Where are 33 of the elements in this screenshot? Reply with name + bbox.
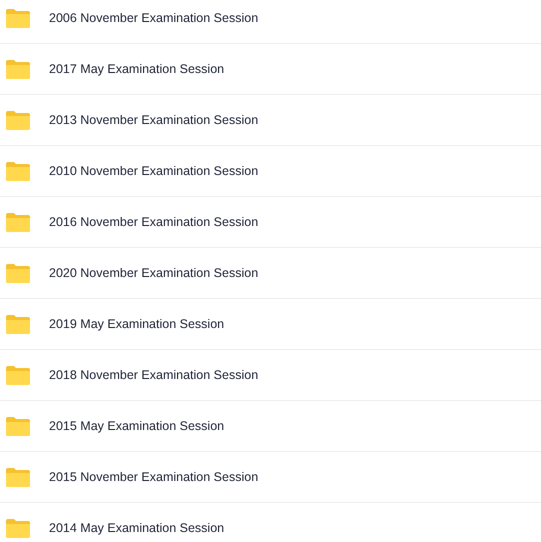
folder-name: 2015 May Examination Session: [49, 419, 224, 433]
folder-name: 2020 November Examination Session: [49, 266, 258, 280]
folder-row[interactable]: 2013 November Examination Session: [0, 95, 541, 146]
folder-row[interactable]: 2020 November Examination Session: [0, 248, 541, 299]
folder-row[interactable]: 2019 May Examination Session: [0, 299, 541, 350]
folder-row[interactable]: 2018 November Examination Session: [0, 350, 541, 401]
folder-name: 2006 November Examination Session: [49, 11, 258, 25]
folder-icon: [5, 160, 31, 182]
folder-name: 2016 November Examination Session: [49, 215, 258, 229]
folder-name: 2010 November Examination Session: [49, 164, 258, 178]
folder-name: 2017 May Examination Session: [49, 62, 224, 76]
folder-icon: [5, 466, 31, 488]
folder-icon: [5, 314, 31, 334]
folder-icon: [5, 110, 31, 130]
folder-name: 2019 May Examination Session: [49, 317, 224, 331]
folder-row[interactable]: 2006 November Examination Session: [0, 0, 541, 44]
folder-icon: [5, 518, 31, 538]
folder-name: 2018 November Examination Session: [49, 368, 258, 382]
folder-icon: [5, 58, 31, 80]
folder-icon: [5, 8, 31, 28]
folder-row[interactable]: 2015 November Examination Session: [0, 452, 541, 503]
folder-name: 2014 May Examination Session: [49, 521, 224, 535]
folder-row[interactable]: 2015 May Examination Session: [0, 401, 541, 452]
folder-icon: [5, 212, 31, 232]
folder-row[interactable]: 2017 May Examination Session: [0, 44, 541, 95]
folder-row[interactable]: 2010 November Examination Session: [0, 146, 541, 197]
folder-name: 2013 November Examination Session: [49, 113, 258, 127]
folder-row[interactable]: 2016 November Examination Session: [0, 197, 541, 248]
folder-row[interactable]: 2014 May Examination Session: [0, 503, 541, 542]
folder-icon: [5, 262, 31, 284]
folder-icon: [5, 364, 31, 386]
folder-name: 2015 November Examination Session: [49, 470, 258, 484]
folder-icon: [5, 416, 31, 436]
